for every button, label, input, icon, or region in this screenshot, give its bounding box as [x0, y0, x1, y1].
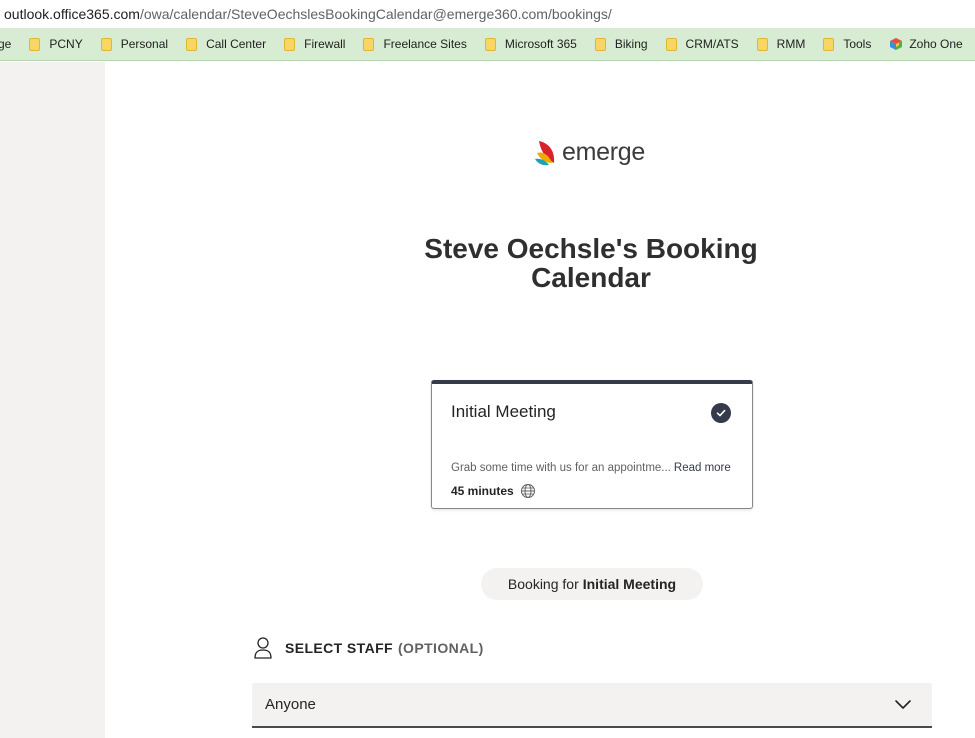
folder-icon [100, 37, 112, 51]
bookmark-pcny[interactable]: PCNY [29, 37, 83, 51]
bookmark-label: Tools [843, 37, 872, 51]
booking-for-pill: Booking for Initial Meeting [481, 568, 703, 600]
booking-for-service: Initial Meeting [582, 576, 677, 592]
bookmark-microsoft-365[interactable]: Microsoft 365 [484, 37, 577, 51]
bookmark-personal[interactable]: Personal [100, 37, 169, 51]
bookmark-label: Firewall [304, 37, 346, 51]
service-description: Grab some time with us for an appointme.… [451, 462, 731, 474]
staff-optional: (OPTIONAL) [397, 640, 484, 656]
bookmark-tools[interactable]: Tools [823, 37, 871, 51]
bookmark-firewall[interactable]: Firewall [284, 37, 345, 51]
folder-icon [594, 37, 606, 51]
select-staff-header: SELECT STAFF (OPTIONAL) [253, 636, 484, 660]
duration-text: 45 minutes [451, 484, 514, 498]
service-name: Initial Meeting [451, 402, 556, 421]
service-card[interactable]: Initial Meeting Grab some time with us f… [431, 380, 753, 509]
bookmark-freelance-sites[interactable]: Freelance Sites [363, 37, 467, 51]
service-duration: 45 minutes [451, 483, 536, 499]
address-bar[interactable]: outlook.office365.com/owa/calendar/Steve… [0, 0, 975, 28]
folder-icon [484, 37, 496, 51]
booking-page: emerge Steve Oechsle's Booking Calendar … [105, 62, 975, 738]
folder-icon [665, 37, 677, 51]
bookmark-crm-ats[interactable]: CRM/ATS [665, 37, 739, 51]
bookmark-label: Freelance Sites [383, 37, 467, 51]
bookmark-rmm[interactable]: RMM [756, 37, 806, 51]
staff-dropdown[interactable]: Anyone [252, 683, 932, 728]
person-icon [254, 637, 272, 659]
emerge-leaf-icon [535, 140, 555, 165]
folder-icon [284, 37, 296, 51]
globe-icon [520, 484, 535, 498]
staff-title: SELECT STAFF [285, 640, 393, 656]
bookmark-biking[interactable]: Biking [594, 37, 648, 51]
url-host: outlook.office365.com [4, 6, 140, 22]
left-pane [0, 62, 105, 738]
folder-icon [29, 37, 41, 51]
folder-icon [823, 37, 835, 51]
bookmark-label: Personal [120, 37, 169, 51]
url-path: /owa/calendar/SteveOechslesBookingCalend… [139, 6, 612, 22]
bookmarks-bar: ge PCNY Personal Call Center Firewall Fr… [0, 28, 975, 61]
page-title: Steve Oechsle's Booking Calendar [424, 233, 758, 293]
logo-text: emerge [562, 138, 645, 166]
read-more-link[interactable]: Read more [674, 462, 731, 474]
folder-icon [756, 37, 768, 51]
folder-icon [186, 37, 198, 51]
bookmark-label: Biking [614, 37, 648, 51]
bookmark-label: Zoho One [909, 37, 963, 51]
bookmark-zoho-one[interactable]: Zoho One [889, 37, 963, 51]
bookmark-label: PCNY [49, 37, 83, 51]
staff-selected-value: Anyone [265, 696, 316, 713]
bookmark-label: Call Center [206, 37, 267, 51]
booking-for-prefix: Booking for [507, 576, 579, 592]
bookmark-label: CRM/ATS [685, 37, 739, 51]
bookmark-ge[interactable]: ge [0, 37, 11, 51]
emerge-logo: emerge [535, 138, 645, 167]
folder-icon [363, 37, 375, 51]
zoho-icon [890, 38, 903, 50]
bookmark-call-center[interactable]: Call Center [186, 37, 266, 51]
bookmark-label: Microsoft 365 [504, 37, 577, 51]
bookmark-label: RMM [776, 37, 806, 51]
service-description-text: Grab some time with us for an appointme.… [451, 462, 671, 474]
chevron-down-icon [895, 700, 911, 709]
bookmark-label: ge [0, 37, 12, 51]
check-icon [711, 403, 731, 423]
